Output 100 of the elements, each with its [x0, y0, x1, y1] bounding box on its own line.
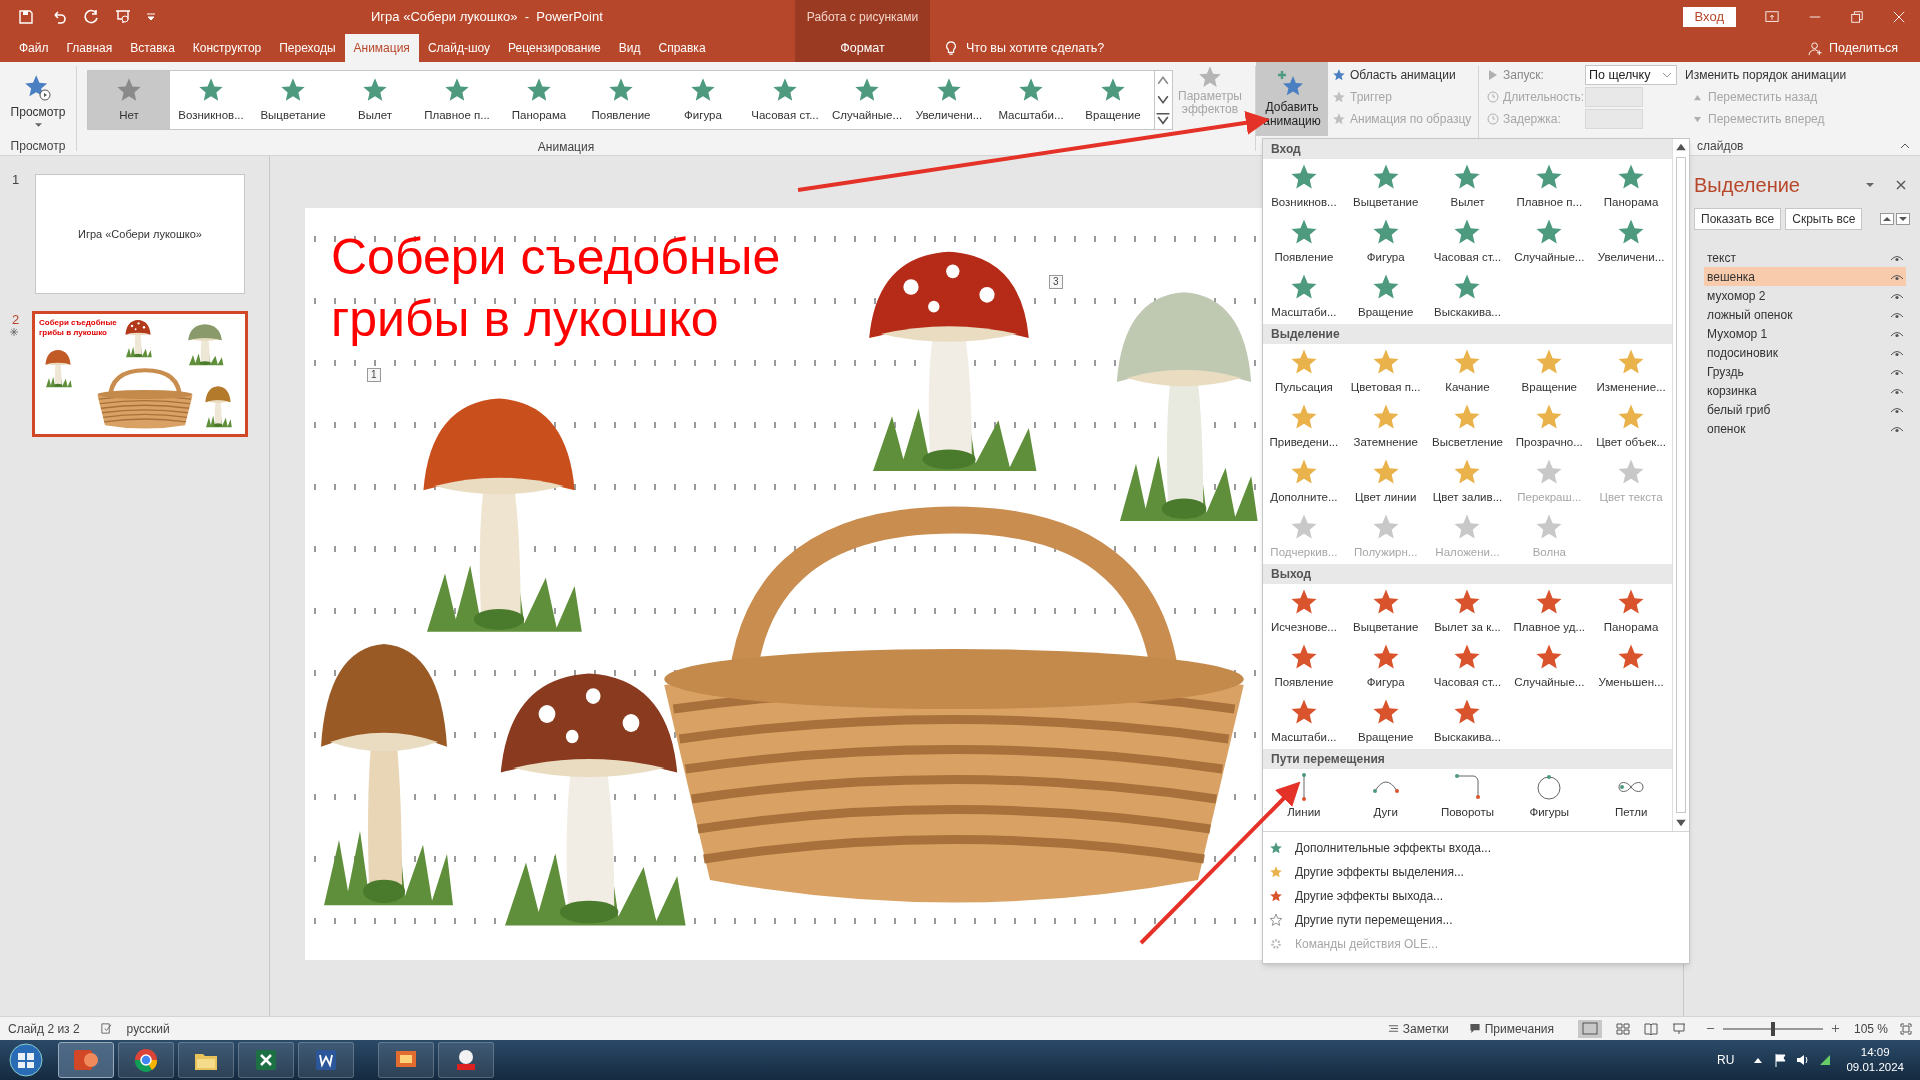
animation-gallery-item[interactable]: Вылет	[334, 71, 416, 129]
clock-time[interactable]: 14:09	[1860, 1045, 1890, 1060]
slide-thumbnail[interactable]: Собери съедобные грибы в лукошко	[32, 311, 248, 437]
effect-item[interactable]: Линии	[1263, 769, 1345, 824]
more-effects-link[interactable]: Другие пути перемещения...	[1263, 908, 1689, 932]
effect-item[interactable]: Масштаби...	[1263, 269, 1345, 324]
effect-item[interactable]: Цвет залив...	[1426, 454, 1509, 509]
close-icon[interactable]	[1896, 180, 1906, 190]
ribbon-tab[interactable]: Вставка	[121, 34, 184, 62]
effect-item[interactable]: Панорама	[1590, 584, 1672, 639]
eye-icon[interactable]	[1890, 291, 1904, 300]
ribbon-tab[interactable]: Справка	[649, 34, 715, 62]
effect-item[interactable]: Плавное уд...	[1508, 584, 1591, 639]
zoom-slider-thumb[interactable]	[1770, 1021, 1775, 1036]
ribbon-tab[interactable]: Файл	[10, 34, 58, 62]
ribbon-tab[interactable]: Рецензирование	[499, 34, 610, 62]
effect-item[interactable]: Изменение...	[1590, 344, 1672, 399]
ribbon-tab[interactable]: Конструктор	[183, 34, 271, 62]
eye-icon[interactable]	[1890, 329, 1904, 338]
effect-item[interactable]: Исчезнове...	[1263, 584, 1345, 639]
effect-item[interactable]: Часовая ст...	[1426, 214, 1509, 269]
effect-item[interactable]: Затемнение	[1344, 399, 1427, 454]
notes-button[interactable]: Заметки	[1387, 1019, 1449, 1038]
effect-item[interactable]: Повороты	[1426, 769, 1509, 824]
effect-item[interactable]: Случайные...	[1508, 639, 1591, 694]
start-dropdown[interactable]: По щелчку	[1585, 65, 1677, 85]
effect-item[interactable]: Фигура	[1344, 214, 1427, 269]
animation-gallery-item[interactable]: Часовая ст...	[744, 71, 826, 129]
selection-item[interactable]: подосиновик	[1704, 343, 1906, 362]
effect-item[interactable]: Прозрачно...	[1508, 399, 1591, 454]
selection-item[interactable]: мухомор 2	[1704, 286, 1906, 305]
effect-item[interactable]: Появление	[1263, 214, 1345, 269]
effect-item[interactable]: Приведени...	[1263, 399, 1345, 454]
animation-gallery-item[interactable]: Возникнов...	[170, 71, 252, 129]
ribbon-tab[interactable]: Вид	[609, 34, 650, 62]
effect-item[interactable]: Выскакива...	[1426, 269, 1509, 324]
slideshow-icon[interactable]	[1671, 1022, 1686, 1035]
effect-item[interactable]: Фигуры	[1508, 769, 1591, 824]
comments-button[interactable]: Примечания	[1468, 1019, 1554, 1038]
scrollbar-thumb[interactable]	[1676, 157, 1686, 813]
animation-gallery-item[interactable]: Увеличени...	[908, 71, 990, 129]
ribbon-tab[interactable]: Слайд-шоу	[418, 34, 500, 62]
effect-item[interactable]: Цветовая п...	[1344, 344, 1427, 399]
effect-item[interactable]: Петли	[1590, 769, 1672, 824]
eye-icon[interactable]	[1890, 367, 1904, 376]
effect-item[interactable]: Выскакива...	[1426, 694, 1509, 749]
effect-item[interactable]: Цвет объек...	[1590, 399, 1672, 454]
effect-item[interactable]: Пульсация	[1263, 344, 1345, 399]
more-effects-link[interactable]: Дополнительные эффекты входа...	[1263, 836, 1689, 860]
tray-expand-icon[interactable]	[1754, 1057, 1763, 1063]
collapse-ribbon-icon[interactable]	[1900, 143, 1910, 149]
move-up-icon[interactable]	[1880, 213, 1895, 225]
spin-field[interactable]	[1585, 109, 1643, 129]
ribbon-tab[interactable]: Анимация	[344, 34, 419, 62]
effect-item[interactable]: Появление	[1263, 639, 1345, 694]
more-effects-link[interactable]: Другие эффекты выделения...	[1263, 860, 1689, 884]
effect-item[interactable]: Вращение	[1344, 694, 1427, 749]
normal-view-icon[interactable]	[1577, 1019, 1602, 1038]
flag-icon[interactable]	[1774, 1053, 1789, 1067]
effect-item[interactable]: Выцветание	[1344, 159, 1427, 214]
zoom-in-icon[interactable]	[1830, 1024, 1840, 1033]
slide-sorter-icon[interactable]	[1615, 1022, 1630, 1035]
eye-icon[interactable]	[1890, 310, 1904, 319]
eye-icon[interactable]	[1890, 348, 1904, 357]
tell-me-field[interactable]: Что вы хотите сделать?	[966, 38, 1166, 58]
animation-gallery-item[interactable]: Панорама	[498, 71, 580, 129]
hide-all-button[interactable]: Скрыть все	[1785, 208, 1863, 230]
animation-gallery-item[interactable]: Случайные...	[826, 71, 908, 129]
zoom-level[interactable]: 105 %	[1853, 1019, 1888, 1038]
share-button[interactable]: Поделиться	[1807, 34, 1920, 62]
ribbon-command[interactable]: Область анимации	[1332, 64, 1478, 86]
animation-gallery-item[interactable]: Нет	[88, 71, 170, 129]
animation-gallery-item[interactable]: Выцветание	[252, 71, 334, 129]
presentation-icon[interactable]	[114, 9, 132, 25]
sign-in-button[interactable]: Вход	[1682, 7, 1736, 27]
effect-item[interactable]: Плавное п...	[1508, 159, 1591, 214]
show-all-button[interactable]: Показать все	[1694, 208, 1782, 230]
eye-icon[interactable]	[1890, 386, 1904, 395]
ribbon-tab[interactable]: Главная	[57, 34, 122, 62]
add-animation-button[interactable]: Добавить анимацию	[1256, 62, 1328, 136]
ribbon-tab[interactable]: Формат	[795, 34, 930, 62]
selection-item[interactable]: Груздь	[1704, 362, 1906, 381]
network-icon[interactable]	[1818, 1053, 1833, 1067]
animation-gallery-item[interactable]: Масштаби...	[990, 71, 1072, 129]
effect-item[interactable]: Качание	[1426, 344, 1509, 399]
more-effects-link[interactable]: Другие эффекты выхода...	[1263, 884, 1689, 908]
selection-item[interactable]: ложный опенок	[1704, 305, 1906, 324]
effect-item[interactable]: Вращение	[1344, 269, 1427, 324]
selection-item[interactable]: опенок	[1704, 419, 1906, 438]
fit-slide-icon[interactable]	[1900, 1022, 1912, 1035]
selection-item[interactable]: корзинка	[1704, 381, 1906, 400]
restore-icon[interactable]	[1850, 10, 1864, 24]
effect-item[interactable]: Дополните...	[1263, 454, 1345, 509]
animation-gallery-item[interactable]: Плавное п...	[416, 71, 498, 129]
effect-item[interactable]: Вращение	[1508, 344, 1591, 399]
effect-item[interactable]: Масштаби...	[1263, 694, 1345, 749]
save-icon[interactable]	[18, 9, 34, 25]
animation-gallery-item[interactable]: Появление	[580, 71, 662, 129]
selection-item[interactable]: вешенка	[1704, 267, 1906, 286]
input-language[interactable]: RU	[1717, 1051, 1735, 1069]
